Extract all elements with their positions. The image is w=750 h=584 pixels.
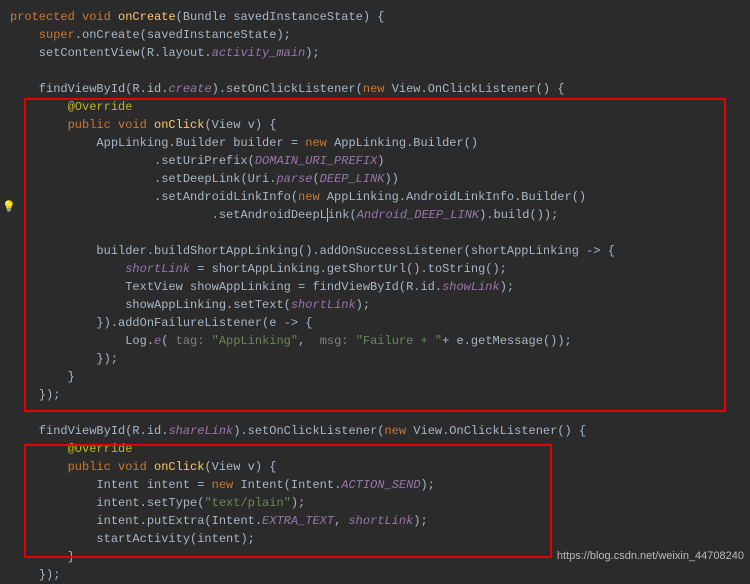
kw: new [384, 424, 413, 438]
const: ACTION_SEND [341, 478, 420, 492]
code-line [10, 62, 750, 80]
code-line: protected void onCreate(Bundle savedInst… [10, 8, 750, 26]
param-hint: msg: [320, 334, 356, 348]
annotation: @Override [68, 100, 133, 114]
code-line: TextView showAppLinking = findViewById(R… [10, 278, 750, 296]
code-line: @Override [10, 440, 750, 458]
code-line: super.onCreate(savedInstanceState); [10, 26, 750, 44]
code-line: setContentView(R.layout.activity_main); [10, 44, 750, 62]
field: showLink [442, 280, 500, 294]
kw: new [298, 190, 327, 204]
code-line: }); [10, 350, 750, 368]
code-line: @Override [10, 98, 750, 116]
method: onCreate [118, 10, 176, 24]
code-line: builder.buildShortAppLinking().addOnSucc… [10, 242, 750, 260]
watermark: https://blog.csdn.net/weixin_44708240 [557, 548, 744, 565]
code-line: intent.setType("text/plain"); [10, 494, 750, 512]
code-line: showAppLinking.setText(shortLink); [10, 296, 750, 314]
kw: new [363, 82, 392, 96]
string: "Failure + " [356, 334, 442, 348]
const: Android_DEEP_LINK [357, 208, 479, 222]
kw: super [39, 28, 75, 42]
const: EXTRA_TEXT [262, 514, 334, 528]
kw: new [212, 478, 241, 492]
code-line: Log.e( tag: "AppLinking", msg: "Failure … [10, 332, 750, 350]
const: DEEP_LINK [320, 172, 385, 186]
code-line: public void onClick(View v) { [10, 116, 750, 134]
code-line: .setAndroidDeepLink(Android_DEEP_LINK).b… [10, 206, 750, 224]
kw: new [305, 136, 334, 150]
code-line: findViewById(R.id.create).setOnClickList… [10, 80, 750, 98]
static-method: parse [276, 172, 312, 186]
string: "text/plain" [204, 496, 290, 510]
code-line: findViewById(R.id.shareLink).setOnClickL… [10, 422, 750, 440]
annotation: @Override [68, 442, 133, 456]
code-line: Intent intent = new Intent(Intent.ACTION… [10, 476, 750, 494]
method: onClick [154, 118, 204, 132]
kw: protected void [10, 10, 118, 24]
string: "AppLinking" [212, 334, 298, 348]
code-line: AppLinking.Builder builder = new AppLink… [10, 134, 750, 152]
code-line: }); [10, 566, 750, 584]
method: onClick [154, 460, 204, 474]
code-line: }); [10, 386, 750, 404]
code-line: intent.putExtra(Intent.EXTRA_TEXT, short… [10, 512, 750, 530]
field: create [168, 82, 211, 96]
txt: (Bundle savedInstanceState) { [176, 10, 385, 24]
kw: public void [68, 118, 154, 132]
code-line: .setUriPrefix(DOMAIN_URI_PREFIX) [10, 152, 750, 170]
code-line: .setDeepLink(Uri.parse(DEEP_LINK)) [10, 170, 750, 188]
code-editor[interactable]: protected void onCreate(Bundle savedInst… [10, 8, 750, 584]
code-line: shortLink = shortAppLinking.getShortUrl(… [10, 260, 750, 278]
const: DOMAIN_URI_PREFIX [255, 154, 377, 168]
code-line: .setAndroidLinkInfo(new AppLinking.Andro… [10, 188, 750, 206]
field: activity_main [212, 46, 306, 60]
field: shortLink [348, 514, 413, 528]
kw: public void [68, 460, 154, 474]
code-line [10, 224, 750, 242]
intention-bulb-icon[interactable]: 💡 [2, 200, 16, 217]
code-line [10, 404, 750, 422]
field: shortLink [125, 262, 190, 276]
code-line: startActivity(intent); [10, 530, 750, 548]
code-line: public void onClick(View v) { [10, 458, 750, 476]
param-hint: tag: [176, 334, 212, 348]
field: shortLink [291, 298, 356, 312]
code-line: } [10, 368, 750, 386]
code-line: }).addOnFailureListener(e -> { [10, 314, 750, 332]
field: shareLink [168, 424, 233, 438]
